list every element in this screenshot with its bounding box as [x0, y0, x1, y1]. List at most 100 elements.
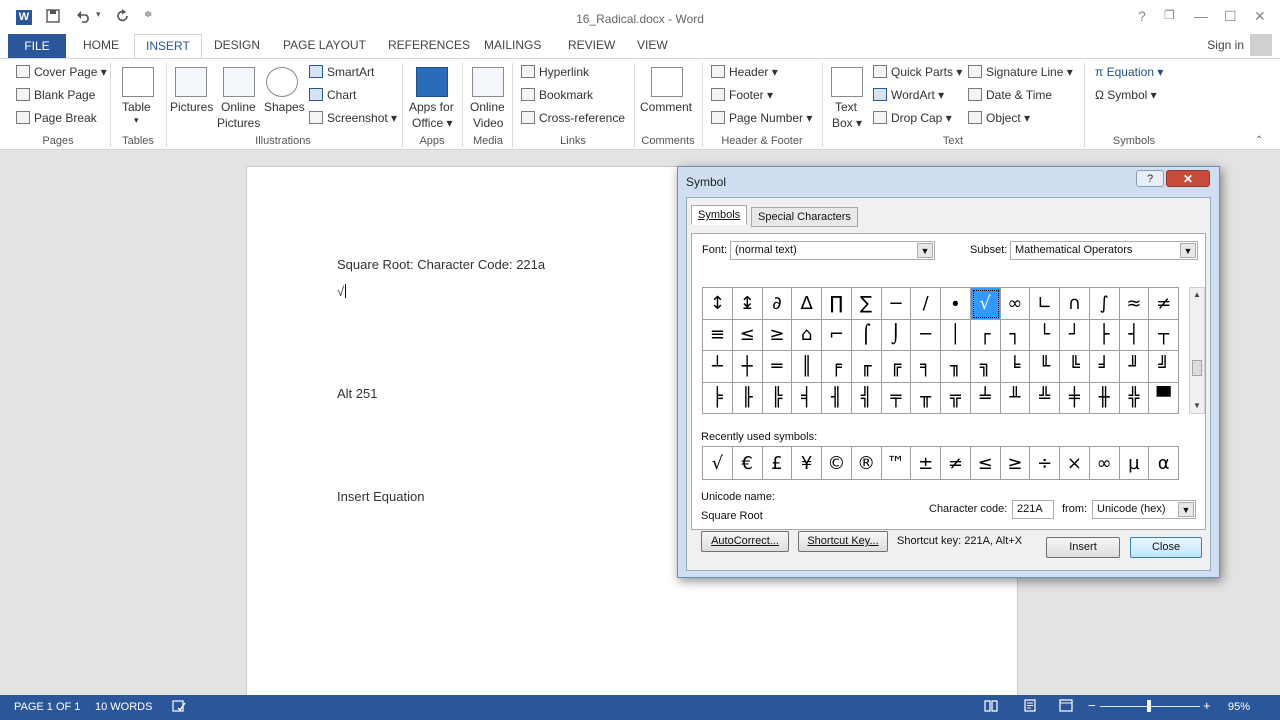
page-number-button[interactable]: Page Number ▾ — [711, 111, 812, 125]
pictures-icon[interactable] — [175, 67, 207, 97]
tab-review[interactable]: REVIEW — [568, 38, 615, 52]
symbol-cell[interactable]: ╢ — [822, 382, 852, 414]
table-dropdown-icon[interactable]: ▾ — [134, 115, 139, 126]
symbol-cell[interactable]: − — [881, 288, 912, 320]
symbol-cell[interactable]: ≈ — [1119, 288, 1150, 320]
symbol-cell[interactable]: ≥ — [762, 319, 793, 351]
symbol-cell[interactable]: ╣ — [851, 382, 882, 414]
symbol-cell[interactable]: ┼ — [732, 351, 763, 383]
symbol-cell[interactable]: ╗ — [970, 351, 1001, 383]
symbol-cell[interactable]: ≡ — [703, 319, 733, 351]
symbol-cell[interactable]: ┘ — [1060, 319, 1090, 351]
quick-parts-button[interactable]: Quick Parts ▾ — [873, 65, 962, 79]
recent-symbol-cell[interactable]: µ — [1119, 447, 1150, 480]
tab-insert[interactable]: INSERT — [134, 34, 202, 59]
symbol-cell[interactable]: ╥ — [911, 382, 941, 414]
symbol-cell[interactable]: ∩ — [1060, 288, 1090, 320]
web-layout-icon[interactable] — [1059, 699, 1073, 715]
recent-symbol-cell[interactable]: © — [822, 447, 852, 480]
recent-symbol-cell[interactable]: ± — [911, 447, 941, 480]
proofing-icon[interactable] — [172, 699, 186, 716]
symbol-cell[interactable]: ╘ — [1000, 351, 1031, 383]
symbol-cell[interactable]: ┌ — [970, 319, 1001, 351]
shortcut-key-button[interactable]: Shortcut Key... — [798, 531, 888, 552]
online-video-button[interactable]: Online — [470, 100, 505, 114]
autocorrect-button[interactable]: AutoCorrect... — [701, 531, 789, 552]
sign-in-link[interactable]: Sign in — [1207, 38, 1244, 52]
minimize-icon[interactable]: — — [1194, 8, 1208, 24]
font-dropdown[interactable]: (normal text) ▼ — [730, 241, 935, 260]
symbol-button[interactable]: Ω Symbol ▾ — [1095, 88, 1157, 102]
symbol-cell[interactable]: ╓ — [851, 351, 882, 383]
symbol-cell[interactable]: ┬ — [1149, 319, 1179, 351]
recent-symbol-cell[interactable]: √ — [703, 447, 733, 480]
symbol-cell[interactable]: ≠ — [1149, 288, 1179, 320]
footer-button[interactable]: Footer ▾ — [711, 88, 773, 102]
close-button[interactable]: Close — [1130, 537, 1202, 558]
symbol-cell[interactable]: ∙ — [941, 288, 971, 320]
symbol-cell[interactable]: ╠ — [762, 382, 793, 414]
symbol-cell[interactable]: ⌠ — [851, 319, 882, 351]
scroll-up-icon[interactable]: ▲ — [1190, 288, 1204, 302]
smartart-button[interactable]: SmartArt — [309, 65, 374, 79]
symbol-cell[interactable]: ╝ — [1149, 351, 1179, 383]
symbol-cell[interactable]: ╞ — [703, 382, 733, 414]
symbol-cell[interactable]: ∑ — [851, 288, 882, 320]
symbol-cell[interactable]: √ — [970, 288, 1001, 320]
recent-symbol-cell[interactable]: ≥ — [1000, 447, 1031, 480]
text-box-icon[interactable] — [831, 67, 863, 97]
tab-special-characters[interactable]: Special Characters — [751, 207, 858, 227]
chevron-down-icon[interactable]: ▼ — [1178, 502, 1194, 517]
symbol-cell[interactable]: ╤ — [881, 382, 912, 414]
recent-symbol-cell[interactable]: × — [1060, 447, 1090, 480]
word-count[interactable]: 10 WORDS — [95, 701, 152, 713]
signature-line-button[interactable]: Signature Line ▾ — [968, 65, 1073, 79]
shapes-button[interactable]: Shapes — [264, 100, 305, 114]
collapse-ribbon-icon[interactable]: ⌃ — [1255, 135, 1263, 146]
symbol-cell[interactable]: ╬ — [1119, 382, 1150, 414]
table-icon[interactable] — [122, 67, 154, 97]
recent-symbol-cell[interactable]: ® — [851, 447, 882, 480]
recent-symbol-cell[interactable]: α — [1149, 447, 1179, 480]
apps-for-office-button[interactable]: Apps for — [409, 100, 454, 114]
wordart-button[interactable]: WordArt ▾ — [873, 88, 944, 102]
symbol-cell[interactable]: ╕ — [911, 351, 941, 383]
page-count[interactable]: PAGE 1 OF 1 — [14, 701, 80, 713]
online-pictures-icon[interactable] — [223, 67, 255, 97]
pictures-button[interactable]: Pictures — [170, 100, 213, 114]
tab-file[interactable]: FILE — [8, 34, 66, 58]
symbol-cell[interactable]: ∂ — [762, 288, 793, 320]
object-button[interactable]: Object ▾ — [968, 111, 1030, 125]
symbol-cell[interactable]: ∕ — [911, 288, 941, 320]
symbol-cell[interactable]: ╫ — [1089, 382, 1120, 414]
symbol-cell[interactable]: ║ — [792, 351, 822, 383]
recent-symbol-cell[interactable]: ¥ — [792, 447, 822, 480]
symbol-cell[interactable]: ╟ — [732, 382, 763, 414]
tab-design[interactable]: DESIGN — [214, 38, 260, 52]
symbol-cell[interactable]: ╩ — [1030, 382, 1060, 414]
recent-symbol-cell[interactable]: £ — [762, 447, 793, 480]
zoom-in-icon[interactable]: + — [1203, 698, 1211, 713]
screenshot-button[interactable]: Screenshot ▾ — [309, 111, 397, 125]
save-icon[interactable] — [46, 9, 60, 27]
symbol-cell[interactable]: ┴ — [703, 351, 733, 383]
symbol-cell[interactable]: ╛ — [1089, 351, 1120, 383]
symbol-cell[interactable]: ⌡ — [881, 319, 912, 351]
symbol-cell[interactable]: ⌐ — [822, 319, 852, 351]
print-layout-icon[interactable] — [1023, 699, 1037, 715]
symbol-cell[interactable]: ⌂ — [792, 319, 822, 351]
zoom-slider-thumb[interactable] — [1147, 700, 1151, 712]
symbol-cell[interactable]: ┐ — [1000, 319, 1031, 351]
chart-button[interactable]: Chart — [309, 88, 356, 102]
symbol-cell[interactable]: │ — [941, 319, 971, 351]
symbol-cell[interactable]: ≤ — [732, 319, 763, 351]
close-window-icon[interactable]: ✕ — [1254, 8, 1266, 25]
chevron-down-icon[interactable]: ▼ — [1180, 243, 1196, 258]
tab-symbols[interactable]: Symbols — [691, 205, 748, 225]
symbol-cell[interactable]: ∆ — [792, 288, 822, 320]
subset-dropdown[interactable]: Mathematical Operators ▼ — [1010, 241, 1198, 260]
symbol-grid-scrollbar[interactable]: ▲ ▼ — [1189, 287, 1205, 414]
dialog-close-icon[interactable]: ✕ — [1166, 170, 1210, 187]
help-icon[interactable]: ? — [1138, 8, 1146, 24]
from-dropdown[interactable]: Unicode (hex) ▼ — [1092, 500, 1196, 519]
